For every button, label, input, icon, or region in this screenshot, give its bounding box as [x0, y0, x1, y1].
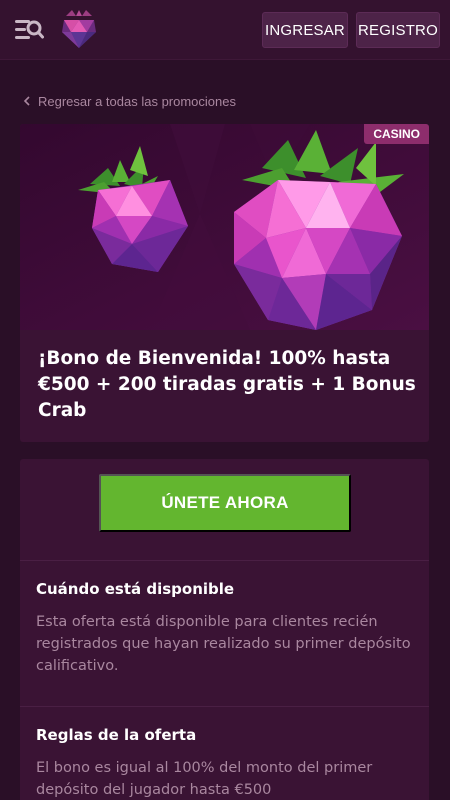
rules-text: El bono es igual al 100% del monto del p… [36, 760, 373, 798]
back-link-label: Regresar a todas las promociones [38, 93, 236, 109]
menu-search-icon[interactable] [14, 16, 44, 44]
raspberry-logo-icon[interactable] [60, 10, 98, 50]
availability-text: Esta oferta está disponible para cliente… [36, 614, 411, 674]
back-to-promotions-link[interactable]: Regresar a todas las promociones [22, 92, 236, 110]
category-badge: CASINO [364, 124, 429, 144]
promo-title: ¡Bono de Bienvenida! 100% hasta €500 + 2… [38, 348, 416, 421]
chevron-left-icon [22, 95, 32, 107]
join-now-button[interactable]: ÚNETE AHORA [99, 474, 351, 532]
promo-card: CASINO ¡Bono de Bienvenida! 100% hasta €… [20, 124, 429, 442]
top-header: INGRESAR REGISTRO [0, 0, 450, 60]
login-button[interactable]: INGRESAR [262, 12, 348, 48]
offer-details-card: ÚNETE AHORA Cuándo está disponible Esta … [20, 459, 429, 800]
divider [20, 560, 429, 561]
register-button[interactable]: REGISTRO [356, 12, 440, 48]
rules-heading: Reglas de la oferta [36, 726, 197, 744]
raspberry-gems-illustration [20, 124, 429, 330]
divider [20, 706, 429, 707]
availability-heading: Cuándo está disponible [36, 580, 235, 598]
